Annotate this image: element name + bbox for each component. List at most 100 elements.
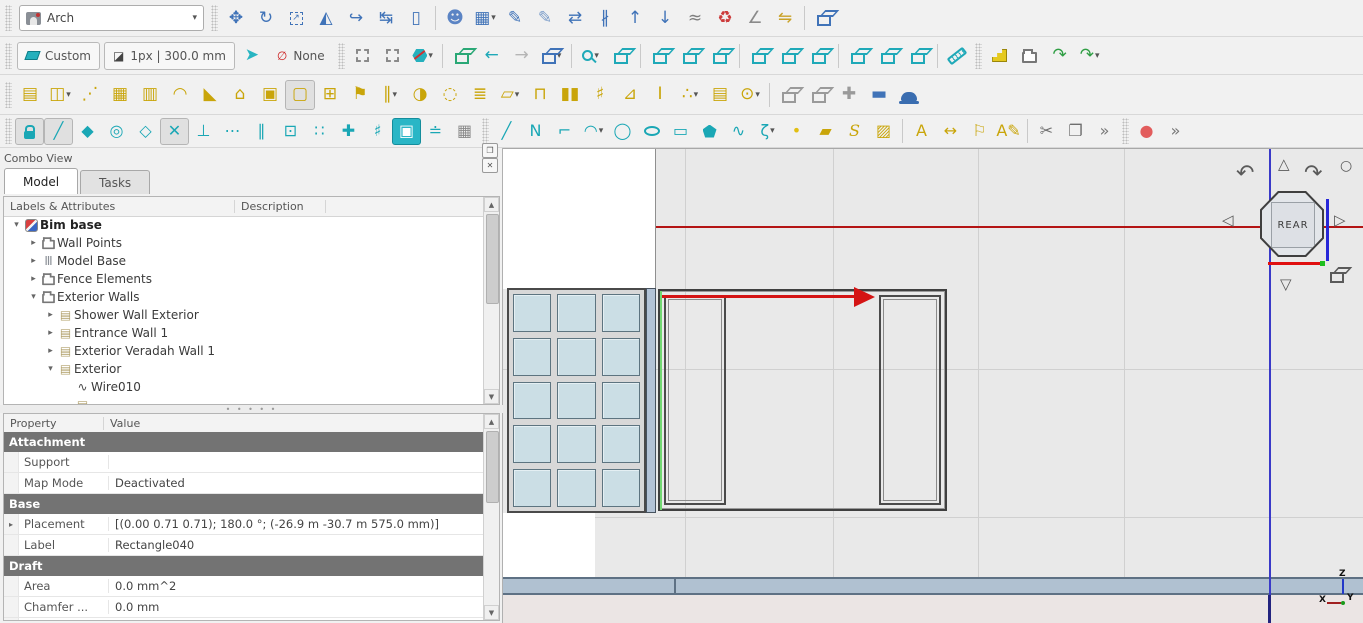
window-icon[interactable]: ⊞ [315,80,345,110]
3d-viewport[interactable]: ↶ ↷ △ ○ REAR ◁ ▷ ▽ Z X Y [503,148,1363,623]
rotate-right-icon[interactable]: ↷ [1304,163,1322,185]
tree-item-entrance-wall-1[interactable]: ▸▤Entrance Wall 1 [4,324,483,342]
door-left-sash[interactable] [664,295,726,505]
tree-scrollbar[interactable]: ▲ ▼ [483,197,499,404]
toolbar-grip[interactable] [482,118,489,144]
view-top-icon[interactable] [675,41,705,71]
snap-lock-icon[interactable] [15,118,44,145]
scroll-up-icon[interactable]: ▲ [484,197,499,212]
snap-dimensions-icon[interactable]: ≐ [421,118,450,145]
snap-working-plane-icon[interactable]: ▣ [392,118,421,145]
mirror-icon[interactable]: ◭ [311,3,341,33]
snap-perpendicular-icon[interactable]: ⊥ [189,118,218,145]
tab-model[interactable]: Model [4,168,78,194]
circle-icon[interactable]: ◯ [608,118,637,145]
stairs-icon[interactable]: ≣ [465,80,495,110]
property-row-area[interactable]: Area0.0 mm^2 [4,576,483,597]
tree-item-shower-wall-exterior[interactable]: ▸▤Shower Wall Exterior [4,306,483,324]
truss-icon[interactable]: ⊿ [615,80,645,110]
structure-icon[interactable]: ◫▾ [45,80,75,110]
space-boundary-icon[interactable]: ◌ [435,80,465,110]
array-icon[interactable]: ▦▾ [470,3,500,33]
tab-tasks[interactable]: Tasks [80,170,150,194]
shapestring-icon[interactable]: S [840,118,869,145]
tree-item-fence-elements[interactable]: ▸Fence Elements [4,270,483,288]
working-plane-button[interactable]: Custom [17,42,100,70]
view-right-icon[interactable] [705,41,735,71]
chevron-down-icon[interactable]: ▾ [491,13,496,23]
workbench-selector[interactable]: Arch▾ [19,5,204,31]
overflow2-icon[interactable]: » [1161,118,1190,145]
view-left-icon[interactable] [804,41,834,71]
split-icon[interactable]: ∦ [590,3,620,33]
rectangle-icon[interactable]: ▭ [666,118,695,145]
flip-dimension-icon[interactable]: ⇋ [770,3,800,33]
tree-item-exterior-walls[interactable]: ▾Exterior Walls [4,288,483,306]
levels-icon[interactable] [985,41,1015,71]
toolbar-grip[interactable] [975,43,982,69]
expander-icon[interactable]: ▸ [4,514,19,534]
polyline-icon[interactable]: N [521,118,550,145]
toolbar-grip[interactable] [211,5,218,31]
overflow-icon[interactable]: » [1090,118,1119,145]
profile-icon[interactable]: Ι [645,80,675,110]
snap-ortho-icon[interactable]: ✚ [334,118,363,145]
scrollbar-thumb[interactable] [486,431,499,503]
material-icon[interactable]: ∴▾ [675,80,705,110]
roof-icon[interactable]: ◣ [195,80,225,110]
apply-style-icon[interactable]: ➤ [237,41,267,71]
import-icon[interactable]: ↷ [1045,41,1075,71]
expander-icon[interactable]: ▸ [44,310,57,320]
project-icon[interactable]: ◠ [165,80,195,110]
expander-icon[interactable]: ▸ [44,328,57,338]
toolbar-grip[interactable] [5,82,12,108]
tree-item-wall-points[interactable]: ▸Wall Points [4,234,483,252]
chevron-down-icon[interactable]: ▾ [694,90,699,100]
site-icon[interactable]: ▣ [255,80,285,110]
linked-view-icon[interactable]: ▾ [537,41,567,71]
label-icon[interactable]: ⚐ [965,118,994,145]
property-row-map-mode[interactable]: Map ModeDeactivated [4,473,483,494]
arrow-right-icon[interactable]: ▷ [1334,213,1346,228]
property-row-label[interactable]: LabelRectangle040 [4,535,483,556]
scroll-up-icon[interactable]: ▲ [484,414,499,429]
select-mode-icon[interactable] [447,41,477,71]
box-selection-icon[interactable] [348,41,378,71]
export-icon[interactable]: ↷▾ [1075,41,1105,71]
sliding-door-object[interactable] [658,289,947,511]
tree-item-model-base[interactable]: ▸ⅢModel Base [4,252,483,270]
wall-icon[interactable]: ▤ [15,80,45,110]
close-panel-icon[interactable]: ✕ [482,158,498,173]
view-isometric-icon[interactable] [843,41,873,71]
snap-endpoint-icon[interactable]: ╱ [44,118,73,145]
floor-slab-object[interactable] [503,577,1363,595]
section-plane-icon[interactable]: ◑ [405,80,435,110]
tree-item-partial[interactable]: ▤ [4,396,483,404]
new-folder-icon[interactable] [1015,41,1045,71]
property-value[interactable]: 0.0 mm^2 [109,579,483,593]
hatch-icon[interactable]: ▨ [869,118,898,145]
measure-icon[interactable] [942,41,972,71]
arrow-left-icon[interactable]: ◁ [1222,213,1234,228]
pipes-icon[interactable]: ∥▾ [375,80,405,110]
tree-item-exterior[interactable]: ▾▤Exterior [4,360,483,378]
toolbar-grip[interactable] [1122,118,1129,144]
chevron-down-icon[interactable]: ▾ [594,51,599,61]
space-icon[interactable]: ▥ [135,80,165,110]
move-icon[interactable]: ✥ [221,3,251,33]
expander-icon[interactable]: ▸ [27,274,40,284]
stop-operation-icon[interactable]: ▾ [408,41,438,71]
line-icon[interactable]: ╱ [492,118,521,145]
remove-component-icon[interactable] [804,80,834,110]
float-panel-icon[interactable]: ❐ [482,143,498,158]
frame-icon[interactable]: ⊓ [525,80,555,110]
line-style-button[interactable]: ◪1px | 300.0 mm [104,42,235,70]
fillet-icon[interactable]: ⌐ [550,118,579,145]
wire-to-bspline-icon[interactable]: ≈ [680,3,710,33]
point-icon[interactable]: • [782,118,811,145]
toolbar-grip[interactable] [5,118,12,144]
scale-icon[interactable] [281,3,311,33]
column-array-icon[interactable]: ▮▮ [555,80,585,110]
join-icon[interactable]: ⇄ [560,3,590,33]
add-point-icon[interactable]: ♻ [710,3,740,33]
